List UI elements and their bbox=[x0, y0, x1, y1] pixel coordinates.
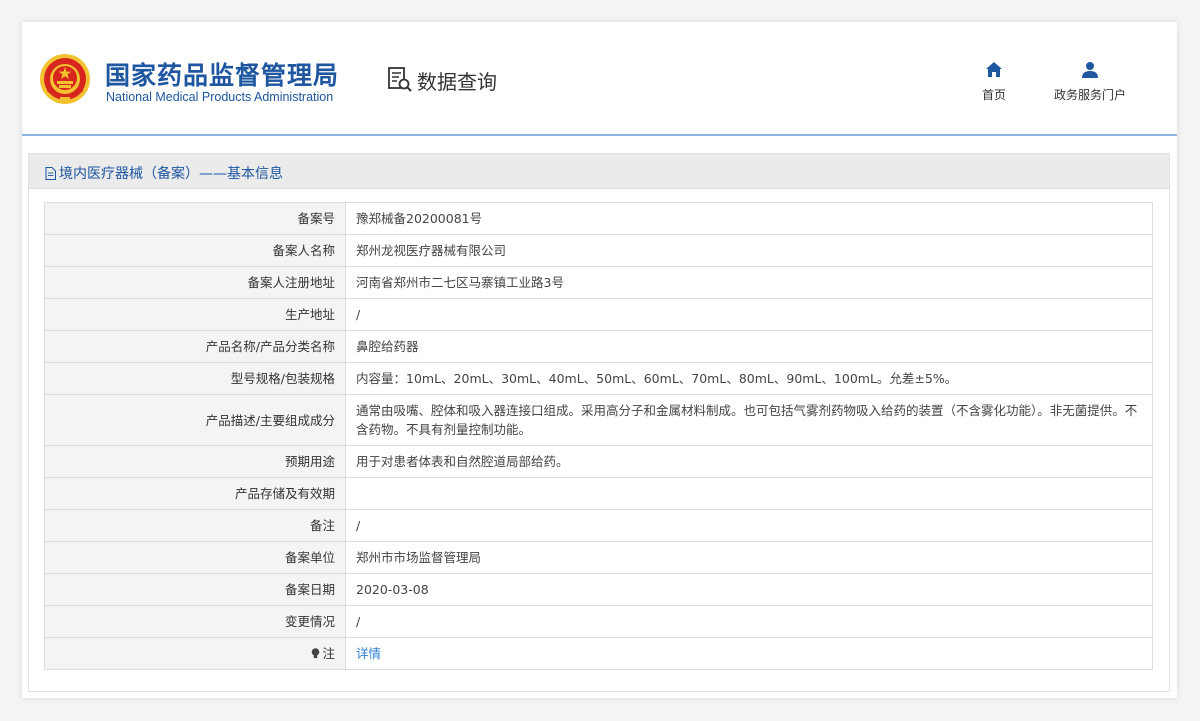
panel-title: 境内医疗器械（备案）——基本信息 bbox=[45, 163, 283, 183]
record-panel: 境内医疗器械（备案）——基本信息 备案号 豫郑械备20200081号 备案人名称… bbox=[28, 153, 1170, 692]
table-row: 型号规格/包装规格 内容量：10mL、20mL、30mL、40mL、50mL、6… bbox=[44, 362, 1153, 395]
table-row: 产品名称/产品分类名称 鼻腔给药器 bbox=[44, 330, 1153, 363]
org-name-cn: 国家药品监督管理局 bbox=[105, 61, 340, 90]
nav-service-portal-label: 政务服务门户 bbox=[1053, 88, 1126, 102]
field-value: 用于对患者体表和自然腔道局部给药。 bbox=[345, 445, 1153, 478]
nav-service-portal[interactable]: 政务服务门户 bbox=[1042, 60, 1138, 110]
site-header: 国家药品监督管理局 National Medical Products Admi… bbox=[22, 22, 1177, 136]
field-value: 郑州龙视医疗器械有限公司 bbox=[345, 234, 1153, 267]
field-value: / bbox=[345, 605, 1153, 638]
national-emblem-icon bbox=[40, 54, 90, 104]
table-row: 产品描述/主要组成成分 通常由吸嘴、腔体和吸入器连接口组成。采用高分子和金属材料… bbox=[44, 394, 1153, 446]
field-value: / bbox=[345, 509, 1153, 542]
details-link[interactable]: 详情 bbox=[356, 646, 381, 661]
field-value: 2020-03-08 bbox=[345, 573, 1153, 606]
record-table: 备案号 豫郑械备20200081号 备案人名称 郑州龙视医疗器械有限公司 备案人… bbox=[44, 202, 1153, 670]
field-value: 鼻腔给药器 bbox=[345, 330, 1153, 363]
field-value: 豫郑械备20200081号 bbox=[345, 202, 1153, 235]
page: 国家药品监督管理局 National Medical Products Admi… bbox=[22, 22, 1177, 698]
panel-title-bar: 境内医疗器械（备案）——基本信息 bbox=[29, 154, 1169, 189]
note-label: 注 bbox=[322, 646, 335, 661]
field-value: 通常由吸嘴、腔体和吸入器连接口组成。采用高分子和金属材料制成。也可包括气雾剂药物… bbox=[345, 394, 1153, 446]
table-row: 备案人名称 郑州龙视医疗器械有限公司 bbox=[44, 234, 1153, 267]
field-value: / bbox=[345, 298, 1153, 331]
nav-home[interactable]: 首页 bbox=[974, 60, 1014, 110]
field-label: 生产地址 bbox=[44, 298, 346, 331]
table-row: 备注 / bbox=[44, 509, 1153, 542]
field-label: 产品描述/主要组成成分 bbox=[44, 394, 346, 446]
field-label: 产品名称/产品分类名称 bbox=[44, 330, 346, 363]
bulb-icon bbox=[312, 648, 320, 659]
field-label: 备案人名称 bbox=[44, 234, 346, 267]
home-icon bbox=[986, 62, 1002, 77]
table-row: 备案人注册地址 河南省郑州市二七区马寨镇工业路3号 bbox=[44, 266, 1153, 299]
field-label: 产品存储及有效期 bbox=[44, 477, 346, 510]
panel-title-text: 境内医疗器械（备案）——基本信息 bbox=[59, 166, 283, 182]
field-label: 备案日期 bbox=[44, 573, 346, 606]
field-label: 型号规格/包装规格 bbox=[44, 362, 346, 395]
table-row: 预期用途 用于对患者体表和自然腔道局部给药。 bbox=[44, 445, 1153, 478]
note-value-cell: 详情 bbox=[345, 637, 1153, 670]
field-label: 备案单位 bbox=[44, 541, 346, 574]
document-icon bbox=[45, 167, 56, 180]
table-row: 变更情况 / bbox=[44, 605, 1153, 638]
field-value: 郑州市市场监督管理局 bbox=[345, 541, 1153, 574]
field-label: 变更情况 bbox=[44, 605, 346, 638]
page-title: 数据查询 bbox=[417, 70, 497, 94]
field-label: 备注 bbox=[44, 509, 346, 542]
field-value: 内容量：10mL、20mL、30mL、40mL、50mL、60mL、70mL、8… bbox=[345, 362, 1153, 395]
nav-home-label: 首页 bbox=[981, 88, 1006, 102]
field-label: 备案号 bbox=[44, 202, 346, 235]
data-query-icon bbox=[388, 67, 412, 92]
table-row: 生产地址 / bbox=[44, 298, 1153, 331]
field-label: 预期用途 bbox=[44, 445, 346, 478]
table-row: 注 详情 bbox=[44, 637, 1153, 670]
org-name-en: National Medical Products Administration bbox=[106, 90, 334, 104]
table-row: 产品存储及有效期 bbox=[44, 477, 1153, 510]
note-label-cell: 注 bbox=[44, 637, 346, 670]
table-row: 备案号 豫郑械备20200081号 bbox=[44, 202, 1153, 235]
table-row: 备案日期 2020-03-08 bbox=[44, 573, 1153, 606]
field-label: 备案人注册地址 bbox=[44, 266, 346, 299]
user-icon bbox=[1082, 62, 1098, 78]
field-value bbox=[345, 477, 1153, 510]
field-value: 河南省郑州市二七区马寨镇工业路3号 bbox=[345, 266, 1153, 299]
table-row: 备案单位 郑州市市场监督管理局 bbox=[44, 541, 1153, 574]
